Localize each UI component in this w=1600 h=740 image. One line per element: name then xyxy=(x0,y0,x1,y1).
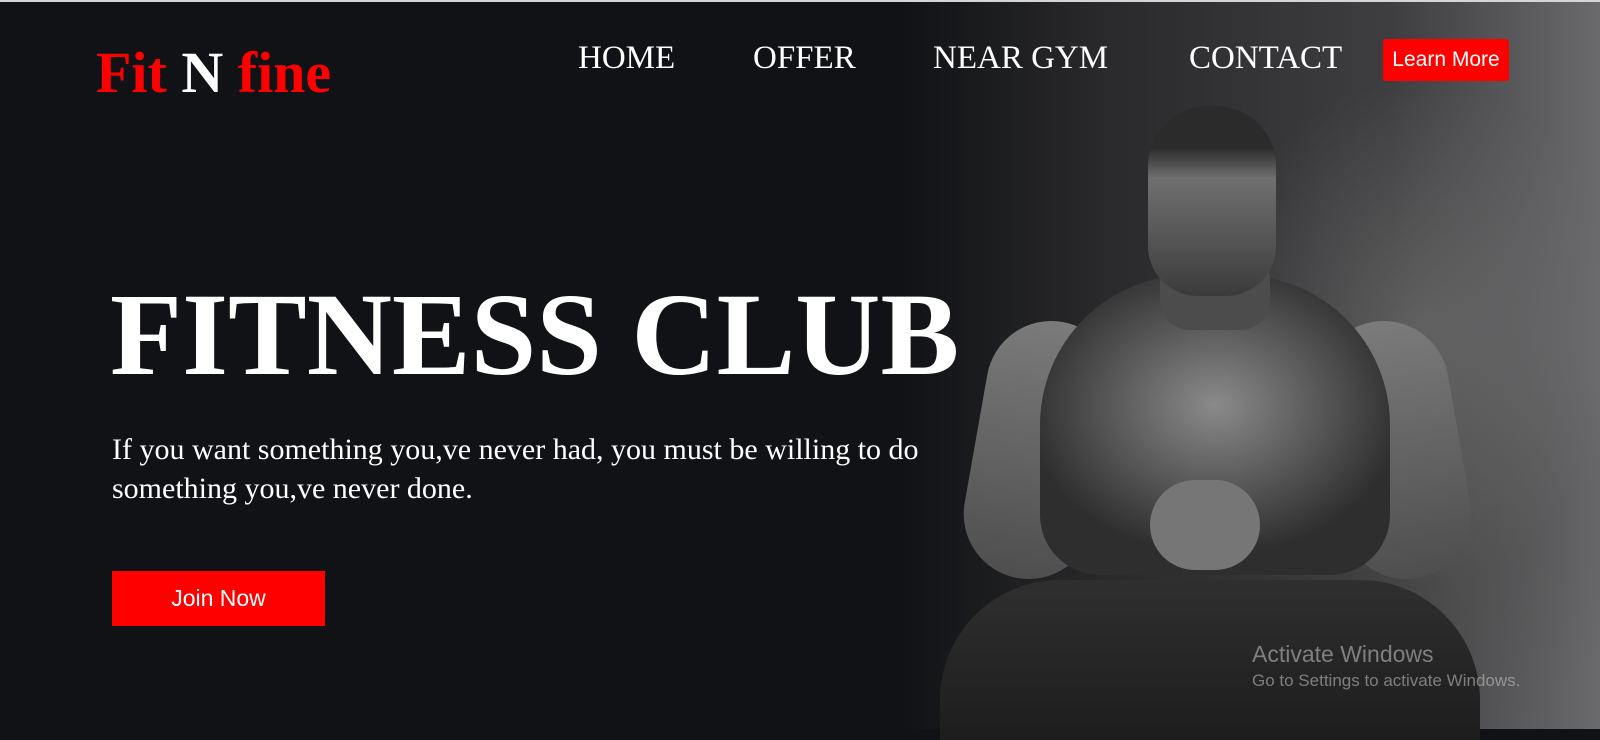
athlete-clasped-hands xyxy=(1150,480,1260,570)
nav-contact-link[interactable]: CONTACT xyxy=(1189,38,1342,78)
athlete-head xyxy=(1148,106,1276,296)
nav-offer-link[interactable]: OFFER xyxy=(753,38,856,78)
learn-more-button[interactable]: Learn More xyxy=(1383,39,1509,81)
join-now-button[interactable]: Join Now xyxy=(112,571,325,626)
hero-title: FITNESS CLUB xyxy=(110,269,960,400)
logo-letter-n: N xyxy=(181,40,224,105)
hero-tagline: If you want something you,ve never had, … xyxy=(112,433,919,505)
windows-activation-watermark: Activate Windows Go to Settings to activ… xyxy=(1252,640,1520,694)
logo-word-fit: Fit xyxy=(96,40,167,105)
nav-near-gym-link[interactable]: NEAR GYM xyxy=(933,38,1108,78)
logo-word-fine: fine xyxy=(237,40,332,105)
nav-home-link[interactable]: HOME xyxy=(578,38,675,78)
watermark-title: Activate Windows xyxy=(1252,641,1434,667)
watermark-subtitle: Go to Settings to activate Windows. xyxy=(1252,671,1521,690)
site-logo[interactable]: Fit N fine xyxy=(96,38,331,108)
